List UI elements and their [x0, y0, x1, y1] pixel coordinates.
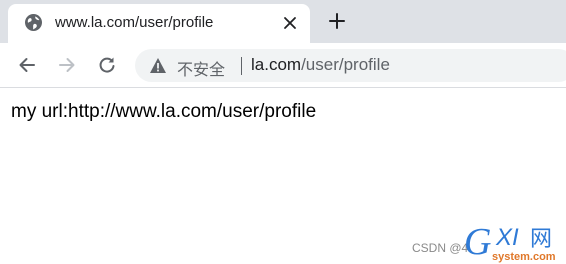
warning-icon[interactable] [149, 57, 167, 74]
url-host: la.com [251, 55, 302, 74]
url-text[interactable]: la.com/user/profile [251, 55, 390, 75]
csdn-watermark-text: CSDN @4 [412, 241, 469, 255]
browser-toolbar: 不安全 la.com/user/profile [0, 43, 566, 88]
security-label[interactable]: 不安全 [177, 56, 225, 80]
plus-icon[interactable] [326, 10, 348, 32]
browser-tab[interactable]: www.la.com/user/profile [8, 4, 310, 43]
svg-text:system.com: system.com [492, 251, 556, 263]
reload-icon[interactable] [95, 53, 119, 77]
arrow-left-icon[interactable] [15, 53, 39, 77]
site-logo: G XI 网 system.com [462, 218, 566, 264]
url-path: /user/profile [301, 55, 390, 74]
address-bar[interactable]: 不安全 la.com/user/profile [135, 49, 566, 82]
arrow-right-icon[interactable] [55, 53, 79, 77]
globe-icon [24, 13, 43, 32]
page-body-text: my url:http://www.la.com/user/profile [11, 101, 317, 122]
svg-text:G: G [464, 221, 491, 263]
tab-strip: www.la.com/user/profile [0, 0, 566, 43]
svg-text:XI: XI [495, 224, 519, 251]
tab-title: www.la.com/user/profile [55, 14, 214, 31]
omnibox-divider [241, 57, 242, 75]
watermark: CSDN @4 G XI 网 system.com [412, 214, 566, 264]
close-icon[interactable] [280, 13, 300, 33]
svg-text:网: 网 [530, 227, 552, 252]
